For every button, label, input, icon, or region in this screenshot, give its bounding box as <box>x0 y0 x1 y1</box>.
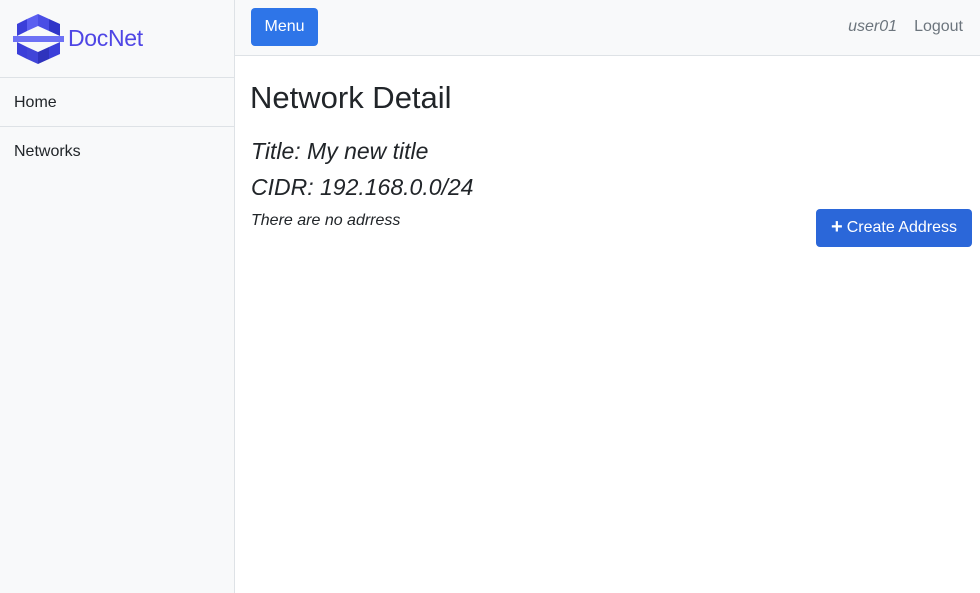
network-cidr: CIDR: 192.168.0.0/24 <box>251 174 474 200</box>
brand-name: DocNet <box>68 25 143 51</box>
logo-icon <box>13 13 64 64</box>
network-title: Title: My new title <box>251 138 429 164</box>
create-address-button[interactable]: + Create Address <box>816 209 972 247</box>
topbar: Menu user01 Logout <box>235 0 980 56</box>
brand-link[interactable]: DocNet <box>0 0 234 78</box>
sidebar: DocNet Home Networks <box>0 0 235 593</box>
create-address-label: Create Address <box>846 219 957 236</box>
plus-icon: + <box>831 216 843 238</box>
main-content: Network Detail Title: My new title CIDR:… <box>235 56 980 593</box>
sidebar-item-networks[interactable]: Networks <box>0 127 234 176</box>
logout-link[interactable]: Logout <box>914 18 963 36</box>
menu-button[interactable]: Menu <box>251 8 318 46</box>
empty-address-message: There are no adrress <box>251 212 401 229</box>
username-label: user01 <box>848 18 897 35</box>
app-root: DocNet Home Networks Menu user01 Logout … <box>0 0 980 593</box>
sidebar-item-home[interactable]: Home <box>0 78 234 127</box>
page-title: Network Detail <box>250 80 452 115</box>
